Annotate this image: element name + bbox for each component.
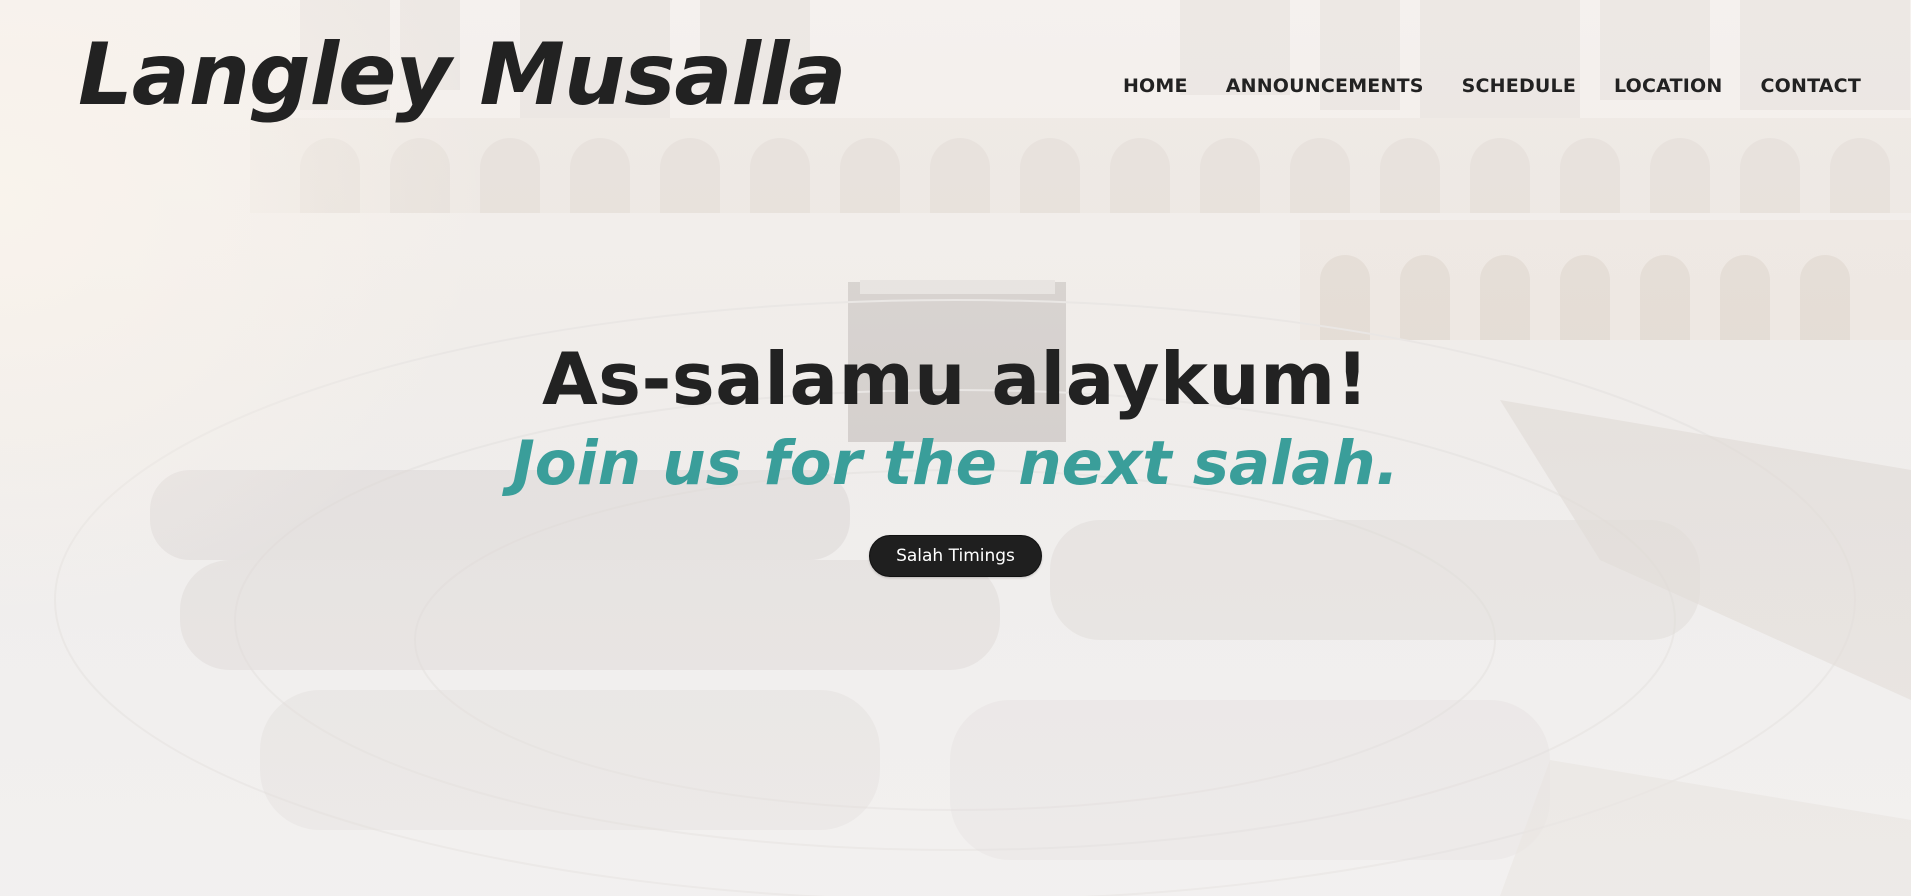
nav-item-schedule[interactable]: SCHEDULE (1462, 75, 1576, 97)
main-nav: HOME ANNOUNCEMENTS SCHEDULE LOCATION CON… (1123, 75, 1861, 97)
salah-timings-button[interactable]: Salah Timings (869, 534, 1042, 577)
hero-content: As-salamu alaykum! Join us for the next … (0, 338, 1911, 577)
nav-item-announcements[interactable]: ANNOUNCEMENTS (1226, 75, 1424, 97)
nav-item-contact[interactable]: CONTACT (1761, 75, 1862, 97)
hero-section: Langley Musalla HOME ANNOUNCEMENTS SCHED… (0, 0, 1911, 896)
site-logo[interactable]: Langley Musalla (78, 28, 846, 123)
nav-item-location[interactable]: LOCATION (1614, 75, 1722, 97)
hero-greeting: As-salamu alaykum! (541, 337, 1370, 421)
site-header: Langley Musalla HOME ANNOUNCEMENTS SCHED… (0, 0, 1911, 170)
nav-item-home[interactable]: HOME (1123, 75, 1188, 97)
hero-tagline: Join us for the next salah. (512, 427, 1399, 499)
